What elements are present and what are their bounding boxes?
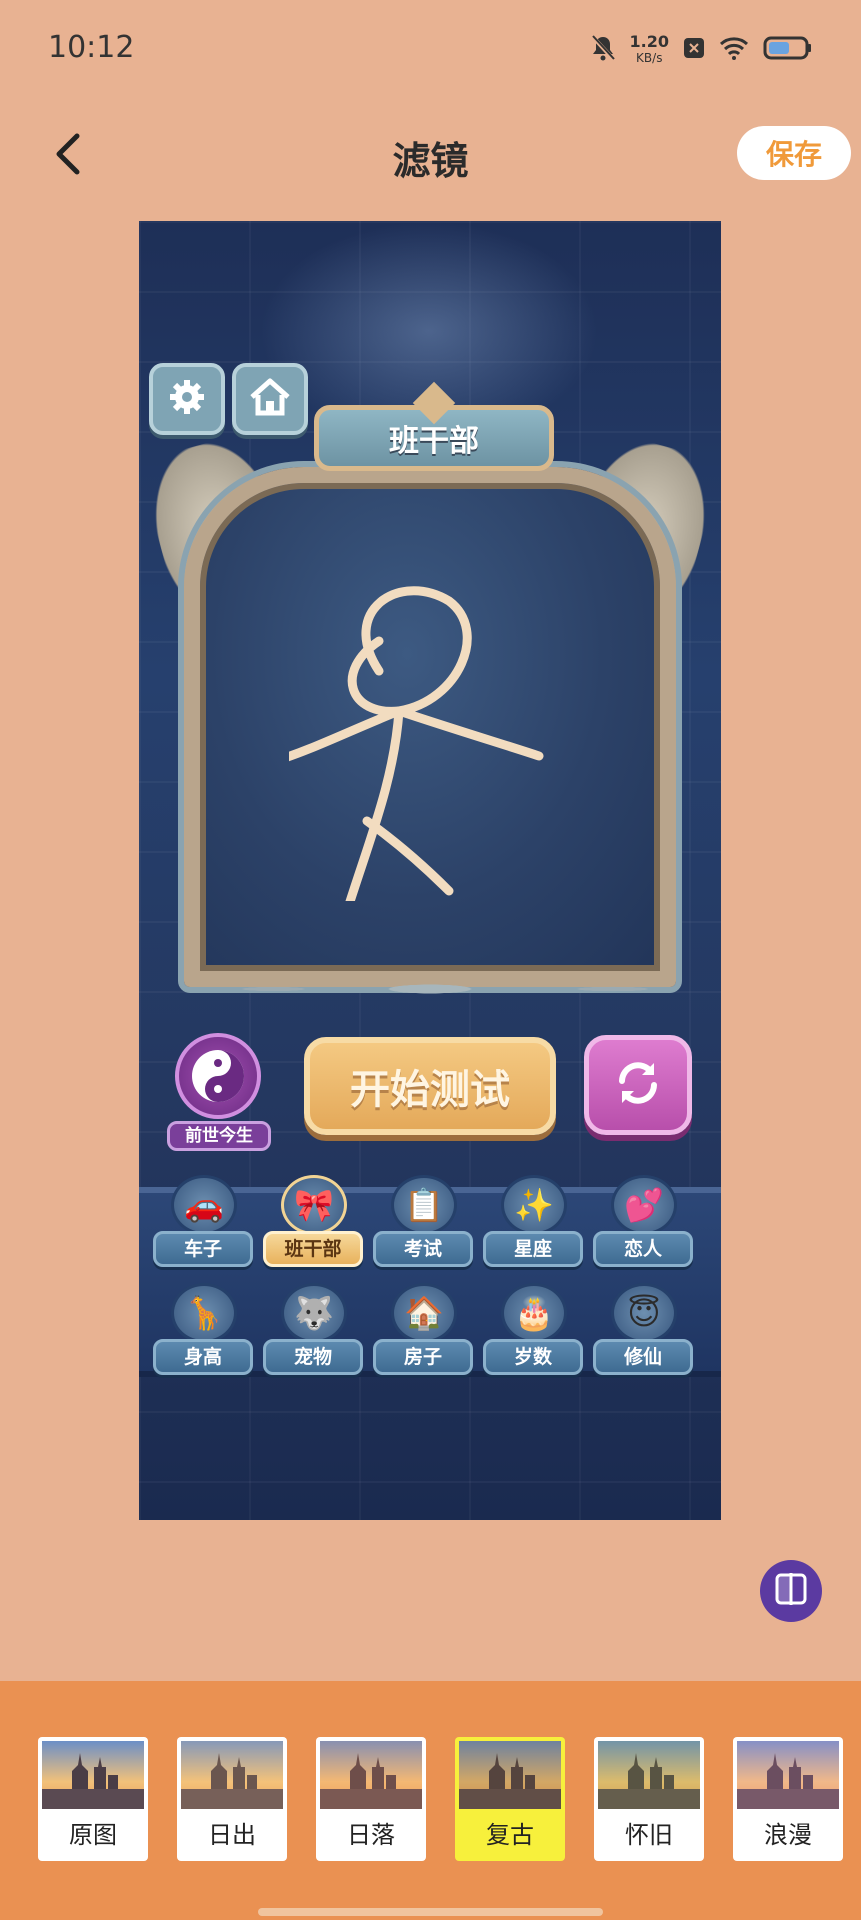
filter-label: 怀旧 xyxy=(625,1821,673,1849)
filter-option[interactable]: 复古 xyxy=(455,1737,565,1861)
category-item: 🦒 身高 xyxy=(153,1283,253,1377)
filter-label: 浪漫 xyxy=(764,1821,812,1849)
category-item: 🐺 宠物 xyxy=(263,1283,363,1377)
filter-option[interactable]: 怀旧 xyxy=(594,1737,704,1861)
category-label: 班干部 xyxy=(263,1231,363,1267)
save-button[interactable]: 保存 xyxy=(737,126,851,180)
filter-thumbnail xyxy=(459,1741,561,1809)
filter-label: 原图 xyxy=(69,1821,117,1849)
category-item: ✨ 星座 xyxy=(483,1175,583,1269)
category-item: 🚗 车子 xyxy=(153,1175,253,1269)
category-icon: 🎀 xyxy=(281,1175,347,1235)
category-label: 身高 xyxy=(153,1339,253,1375)
status-time: 10:12 xyxy=(48,30,135,65)
category-label: 车子 xyxy=(153,1231,253,1267)
category-icon: 💕 xyxy=(611,1175,677,1235)
filter-thumbnail xyxy=(320,1741,422,1809)
filter-thumbnail xyxy=(598,1741,700,1809)
category-icon: 🎂 xyxy=(501,1283,567,1343)
category-icon: 😇 xyxy=(611,1283,677,1343)
category-icon: ✨ xyxy=(501,1175,567,1235)
filter-label: 日落 xyxy=(347,1821,395,1849)
home-icon xyxy=(248,377,292,421)
category-item: 🏠 房子 xyxy=(373,1283,473,1377)
category-item: 😇 修仙 xyxy=(593,1283,693,1377)
past-life-badge: 前世今生 xyxy=(167,1033,271,1153)
gear-icon xyxy=(167,377,207,421)
refresh-icon xyxy=(610,1055,666,1115)
close-box-icon xyxy=(683,36,705,64)
category-panel: 🚗 车子 🎀 班干部 📋 考试 ✨ 星座 💕 恋人 🦒 身高 🐺 宠物 🏠 房子 🎂 岁数 😇 修仙 xyxy=(139,1175,721,1377)
category-icon: 🏠 xyxy=(391,1283,457,1343)
refresh-button xyxy=(584,1035,692,1135)
category-label: 修仙 xyxy=(593,1339,693,1375)
wifi-icon xyxy=(719,36,749,64)
filter-strip: 原图 日出 日落 复古 怀旧 浪漫 xyxy=(0,1681,861,1920)
header: 滤镜 保存 xyxy=(0,110,861,200)
filter-label: 复古 xyxy=(486,1821,534,1849)
category-item: 🎀 班干部 xyxy=(263,1175,363,1269)
preview-image: 班干部 前世今生 开始测试 🚗 车子 🎀 班干部 📋 考试 ✨ 星座 💕 恋人 🦒 身高 🐺 宠物 🏠 房子 🎂… xyxy=(139,221,721,1520)
category-label: 恋人 xyxy=(593,1231,693,1267)
home-button xyxy=(232,363,308,435)
yin-yang-icon xyxy=(175,1033,261,1119)
filter-option[interactable]: 原图 xyxy=(38,1737,148,1861)
category-item: 🎂 岁数 xyxy=(483,1283,583,1377)
speed-value: 1.20 xyxy=(629,32,669,51)
category-label: 考试 xyxy=(373,1231,473,1267)
category-label: 房子 xyxy=(373,1339,473,1375)
battery-icon xyxy=(763,35,813,65)
category-label: 岁数 xyxy=(483,1339,583,1375)
plaque-title: 班干部 xyxy=(314,405,554,471)
rock-decoration xyxy=(169,961,691,1017)
past-life-label: 前世今生 xyxy=(167,1121,271,1151)
category-label: 星座 xyxy=(483,1231,583,1267)
settings-button xyxy=(149,363,225,435)
category-grid: 🚗 车子 🎀 班干部 📋 考试 ✨ 星座 💕 恋人 🦒 身高 🐺 宠物 🏠 房子 🎂 岁数 😇 修仙 xyxy=(153,1175,693,1377)
filter-thumbnail xyxy=(181,1741,283,1809)
filter-option[interactable]: 日出 xyxy=(177,1737,287,1861)
filter-thumbnail xyxy=(737,1741,839,1809)
filter-list: 原图 日出 日落 复古 怀旧 浪漫 xyxy=(38,1737,843,1861)
filter-thumbnail xyxy=(42,1741,144,1809)
compare-icon xyxy=(774,1572,808,1610)
compare-button[interactable] xyxy=(760,1560,822,1622)
category-icon: 🚗 xyxy=(171,1175,237,1235)
filter-option[interactable]: 日落 xyxy=(316,1737,426,1861)
bell-mute-icon xyxy=(590,34,616,66)
network-speed: 1.20 KB/s xyxy=(630,34,669,66)
category-icon: 🦒 xyxy=(171,1283,237,1343)
stick-figure-drawing xyxy=(289,586,544,901)
start-test-button: 开始测试 xyxy=(304,1037,556,1135)
filter-option[interactable]: 浪漫 xyxy=(733,1737,843,1861)
page-title: 滤镜 xyxy=(392,139,469,183)
category-label: 宠物 xyxy=(263,1339,363,1375)
category-item: 📋 考试 xyxy=(373,1175,473,1269)
home-indicator xyxy=(258,1908,603,1916)
filter-label: 日出 xyxy=(208,1821,256,1849)
status-icons: 1.20 KB/s xyxy=(590,30,813,70)
speed-unit: KB/s xyxy=(636,51,663,65)
category-icon: 🐺 xyxy=(281,1283,347,1343)
category-icon: 📋 xyxy=(391,1175,457,1235)
category-item: 💕 恋人 xyxy=(593,1175,693,1269)
status-bar: 10:12 1.20 KB/s xyxy=(0,0,861,100)
